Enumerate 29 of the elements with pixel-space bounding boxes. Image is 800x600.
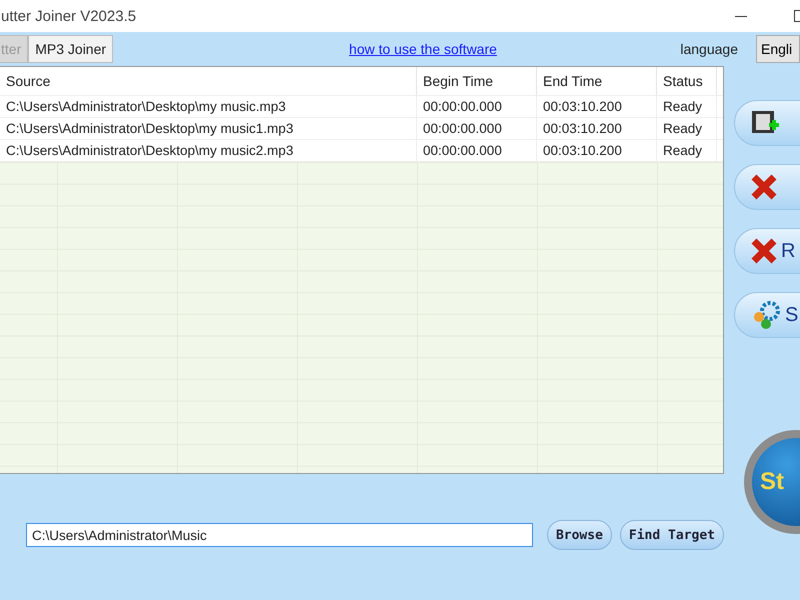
- remove-button[interactable]: R: [734, 228, 800, 274]
- settings-button[interactable]: S: [734, 292, 800, 338]
- column-header[interactable]: Begin Time: [417, 67, 537, 95]
- window-title: utter Joiner V2023.5: [1, 8, 138, 24]
- help-link[interactable]: how to use the software: [349, 41, 497, 57]
- table-cell: C:\Users\Administrator\Desktop\my music2.mp3: [0, 140, 417, 161]
- table-cell: 00:00:00.000: [417, 118, 537, 139]
- gears-icon: [751, 300, 781, 330]
- language-label: language: [680, 41, 738, 57]
- language-dropdown[interactable]: Engli: [756, 35, 800, 63]
- column-header[interactable]: Status: [657, 67, 717, 95]
- table-cell: C:\Users\Administrator\Desktop\my music1.mp3: [0, 118, 417, 139]
- output-folder-field[interactable]: C:\Users\Administrator\Music: [26, 523, 533, 547]
- x-icon: [751, 174, 777, 200]
- column-header[interactable]: End Time: [537, 67, 657, 95]
- table-cell: 00:00:00.000: [417, 140, 537, 161]
- table-cell: 00:00:00.000: [417, 96, 537, 117]
- column-header[interactable]: Source: [0, 67, 417, 95]
- table-cell: C:\Users\Administrator\Desktop\my music.mp3: [0, 96, 417, 117]
- x-icon: [751, 238, 777, 264]
- find-target-button[interactable]: Find Target: [620, 520, 724, 550]
- table-cell: Ready: [657, 96, 717, 117]
- table-cell: Ready: [657, 118, 717, 139]
- table-cell: 00:03:10.200: [537, 118, 657, 139]
- table-cell: Ready: [657, 140, 717, 161]
- table-cell: 00:03:10.200: [537, 96, 657, 117]
- tab[interactable]: MP3 Joiner: [28, 35, 114, 63]
- browse-button[interactable]: Browse: [546, 520, 612, 550]
- table-cell: 00:03:10.200: [537, 140, 657, 161]
